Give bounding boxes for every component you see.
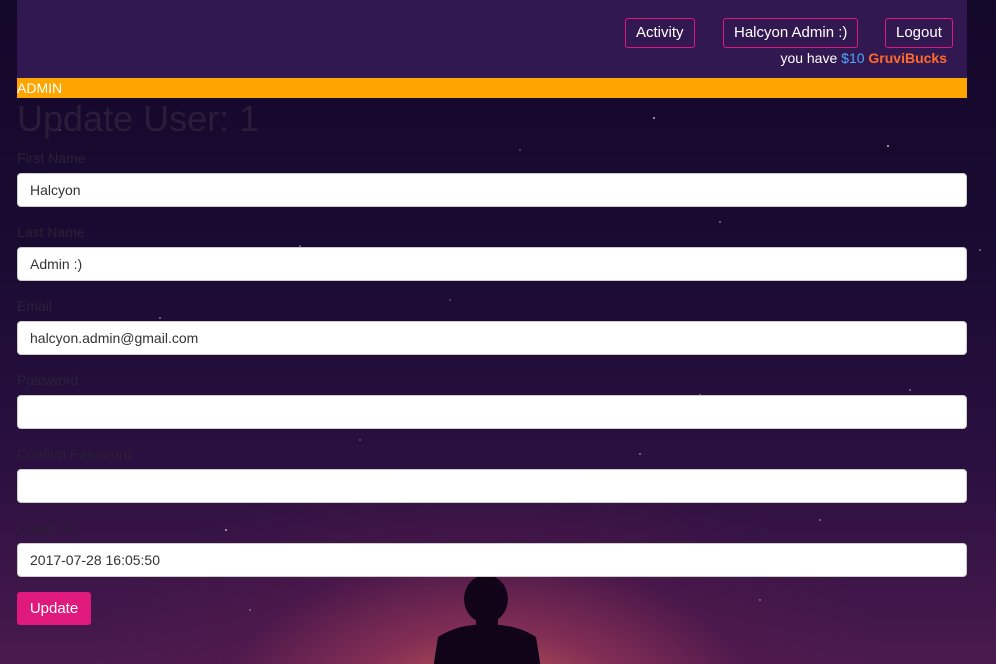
first-name-input[interactable] bbox=[17, 173, 967, 207]
password-input[interactable] bbox=[17, 395, 967, 429]
logout-button[interactable]: Logout bbox=[885, 18, 953, 48]
activity-button[interactable]: Activity bbox=[625, 18, 695, 48]
admin-bar: ADMIN bbox=[17, 78, 967, 98]
email-label: Email bbox=[17, 298, 53, 314]
confirm-password-input[interactable] bbox=[17, 469, 967, 503]
first-name-label: First Name bbox=[17, 150, 86, 166]
bucks-currency: GruviBucks bbox=[868, 50, 947, 66]
page-title: Update User: 1 bbox=[17, 98, 260, 139]
last-name-label: Last Name bbox=[17, 224, 85, 240]
password-label: Password bbox=[17, 372, 79, 388]
confirm-password-label: Confirm Password bbox=[17, 446, 132, 462]
create-at-input[interactable] bbox=[17, 543, 967, 577]
email-input[interactable] bbox=[17, 321, 967, 355]
last-name-input[interactable] bbox=[17, 247, 967, 281]
bucks-amount: $10 bbox=[841, 50, 865, 66]
bucks-prefix: you have bbox=[780, 50, 838, 66]
top-navbar: Activity Halcyon Admin :) Logout you hav… bbox=[17, 0, 967, 78]
person-silhouette bbox=[433, 575, 541, 664]
user-menu-button[interactable]: Halcyon Admin :) bbox=[723, 18, 859, 48]
gruvibucks-balance: you have $10 GruviBucks bbox=[780, 50, 947, 66]
update-button[interactable]: Update bbox=[17, 592, 91, 625]
create-at-label: Create At bbox=[17, 520, 76, 536]
